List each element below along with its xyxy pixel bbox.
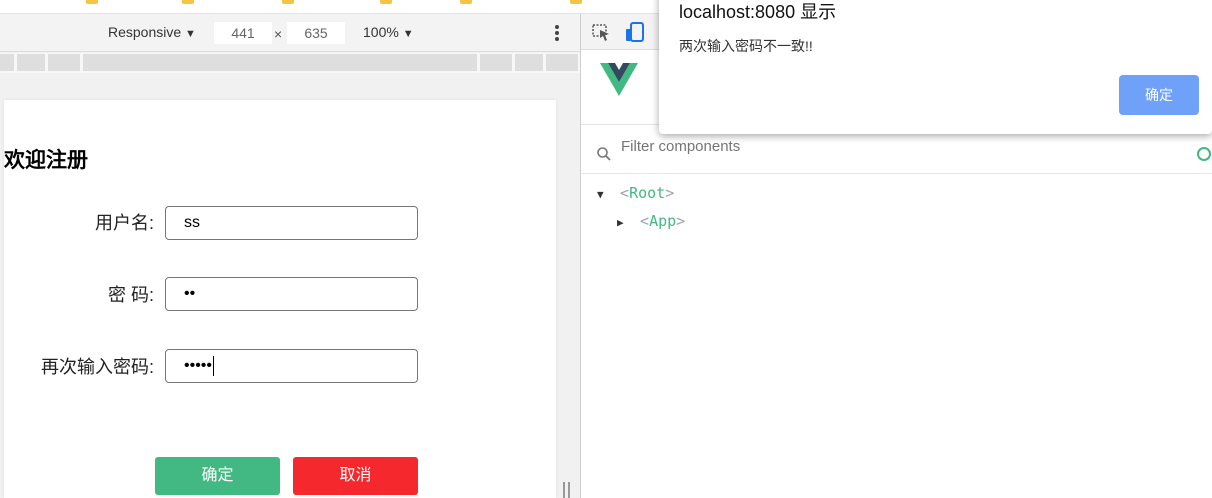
chevron-down-icon: ▼ [185, 28, 196, 40]
tree-node-root[interactable]: ▼ <Root> [597, 184, 674, 202]
bookmark-folder-icon[interactable] [460, 0, 472, 4]
alert-dialog: localhost:8080 显示 两次输入密码不一致!! 确定 [659, 0, 1212, 134]
media-query-segment[interactable] [0, 54, 14, 71]
media-query-segment[interactable] [83, 54, 477, 71]
bookmark-folder-icon[interactable] [282, 0, 294, 4]
viewport-resize-handle[interactable] [563, 482, 571, 498]
tag-close-bracket: > [665, 184, 675, 202]
username-input[interactable]: ss [165, 206, 418, 240]
cancel-button[interactable]: 取消 [293, 457, 418, 495]
alert-title: localhost:8080 显示 [679, 2, 837, 22]
expand-triangle-icon[interactable]: ▼ [597, 188, 611, 201]
vue-logo-icon [600, 63, 638, 96]
filter-components-input[interactable] [621, 138, 1181, 155]
text-caret [213, 355, 215, 376]
dimension-times: × [274, 26, 283, 42]
search-icon [597, 147, 611, 161]
device-mode-select[interactable]: Responsive ▼ [108, 24, 196, 40]
more-options-icon[interactable] [553, 24, 561, 42]
tag-close-bracket: > [676, 212, 686, 230]
media-query-segment[interactable] [17, 54, 45, 71]
confirm-password-input[interactable]: ••••• [165, 349, 418, 383]
refresh-icon[interactable] [1196, 146, 1212, 162]
alert-ok-button[interactable]: 确定 [1119, 75, 1199, 115]
password-label: 密 码: [107, 285, 154, 305]
zoom-select[interactable]: 100% ▼ [363, 24, 414, 40]
device-width-input[interactable]: 441 [214, 22, 272, 44]
emulated-viewport: 欢迎注册 用户名: ss 密 码: •• 再次输入密码: ••••• 确定 取消 [4, 100, 556, 498]
zoom-label: 100% [363, 24, 399, 40]
inspect-element-icon[interactable] [592, 24, 612, 42]
tree-node-app[interactable]: ▶ <App> [617, 212, 685, 230]
device-toggle-icon[interactable] [625, 22, 645, 44]
collapse-triangle-icon[interactable]: ▶ [617, 216, 631, 229]
bookmark-folder-icon[interactable] [570, 0, 582, 4]
submit-button[interactable]: 确定 [155, 457, 280, 495]
username-label: 用户名: [94, 213, 154, 233]
media-query-segment[interactable] [480, 54, 512, 71]
media-query-segment[interactable] [48, 54, 80, 71]
tag-open-bracket: < [620, 184, 630, 202]
media-query-segment[interactable] [546, 54, 578, 71]
device-height-input[interactable]: 635 [287, 22, 345, 44]
alert-message: 两次输入密码不一致!! [679, 38, 813, 54]
component-name: Root [629, 184, 666, 202]
bookmark-folder-icon[interactable] [182, 0, 194, 4]
page-title: 欢迎注册 [4, 149, 88, 172]
device-mode-label: Responsive [108, 24, 182, 40]
tag-open-bracket: < [640, 212, 650, 230]
chevron-down-icon: ▼ [402, 28, 414, 40]
media-query-bar [0, 53, 580, 73]
confirm-password-value: ••••• [184, 357, 213, 374]
bookmark-folder-icon[interactable] [86, 0, 98, 4]
bookmark-folder-icon[interactable] [380, 0, 392, 4]
confirm-password-label: 再次输入密码: [40, 357, 154, 377]
device-toolbar: Responsive ▼ 441 × 635 100% ▼ [0, 14, 580, 52]
media-query-segment[interactable] [515, 54, 543, 71]
component-name: App [649, 212, 677, 230]
password-input[interactable]: •• [165, 277, 418, 311]
